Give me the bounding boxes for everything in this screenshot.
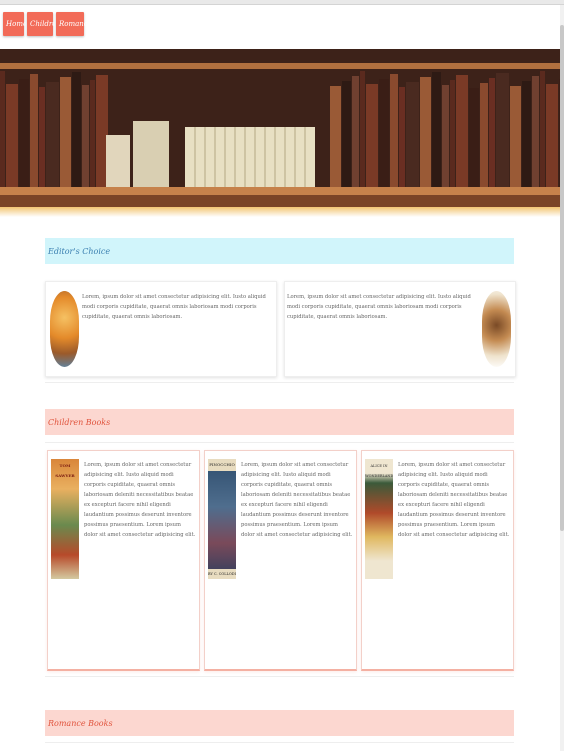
nav-home-link[interactable]: Home xyxy=(3,12,27,36)
book-spine xyxy=(469,88,479,187)
book-spine xyxy=(496,73,509,187)
children-books-header: Children Books xyxy=(45,409,514,435)
editors-card-1[interactable]: Lorem, ipsum dolor sit amet consectetur … xyxy=(45,281,277,377)
book-spine xyxy=(510,86,521,187)
book-spine xyxy=(420,77,431,187)
children-card-2[interactable]: PINOCCHIO BY C. COLLODI Lorem, ipsum dol… xyxy=(204,450,357,671)
children-card-1[interactable]: TOM SAWYER Lorem, ipsum dolor sit amet c… xyxy=(47,450,200,671)
hero-bottom-glow xyxy=(0,207,560,217)
book-cover-image: TOM SAWYER xyxy=(51,459,79,579)
section-divider xyxy=(45,742,514,743)
book-spine xyxy=(360,71,365,187)
book-spine xyxy=(522,81,531,187)
book-cover-image: PINOCCHIO BY C. COLLODI xyxy=(208,459,236,579)
book-spine xyxy=(19,79,29,187)
children-card-3[interactable]: ALICE IN WONDERLAND Lorem, ipsum dolor s… xyxy=(361,450,514,671)
editors-choice-title: Editor's Choice xyxy=(48,246,111,256)
book-spine xyxy=(6,84,18,187)
book-spine xyxy=(0,71,5,187)
book-spine xyxy=(406,82,419,187)
section-divider xyxy=(45,382,514,383)
editors-card-2[interactable]: Lorem, ipsum dolor sit amet consectetur … xyxy=(284,281,516,377)
book-spine xyxy=(399,87,405,187)
hero-bookshelf-image xyxy=(0,49,560,207)
book-spine xyxy=(60,77,71,187)
book-spine xyxy=(90,80,95,187)
book-cover-author: BY C. COLLODI xyxy=(208,569,236,579)
section-divider xyxy=(45,676,514,677)
book-spine xyxy=(366,84,378,187)
romance-books-title: Romance Books xyxy=(48,718,113,728)
children-card-1-text: Lorem, ipsum dolor sit amet consectetur … xyxy=(84,462,196,538)
browser-top-edge xyxy=(0,0,564,5)
book-spine xyxy=(379,79,389,187)
book-spine xyxy=(82,85,89,187)
book-spine xyxy=(450,80,455,187)
book-spine xyxy=(46,82,59,187)
book-spine xyxy=(30,74,38,187)
book-spine xyxy=(532,76,539,187)
book-spine xyxy=(546,84,558,187)
book-spine xyxy=(342,81,351,187)
book-spine xyxy=(540,71,545,187)
bookshelf-illustration xyxy=(0,49,560,207)
editors-choice-header: Editor's Choice xyxy=(45,238,514,264)
nav-romance-link[interactable]: Romance xyxy=(56,12,92,36)
children-books-title: Children Books xyxy=(48,417,111,427)
book-spine xyxy=(442,85,449,187)
book-cover-title: ALICE IN WONDERLAND xyxy=(365,464,393,478)
book-spine xyxy=(456,75,468,187)
children-card-2-text: Lorem, ipsum dolor sit amet consectetur … xyxy=(241,462,353,538)
scrollbar-thumb[interactable] xyxy=(560,25,564,531)
book-spine xyxy=(72,72,81,187)
page-scrollbar[interactable] xyxy=(560,5,564,751)
nav-children-link[interactable]: Children xyxy=(27,12,61,36)
top-nav: Home Children Romance xyxy=(3,12,92,36)
book-spine xyxy=(390,74,398,187)
book-portrait-image xyxy=(50,291,79,367)
book-cover-image: ALICE IN WONDERLAND xyxy=(365,459,393,579)
editors-card-1-text: Lorem, ipsum dolor sit amet consectetur … xyxy=(82,294,266,320)
book-spine xyxy=(480,83,488,187)
book-spine xyxy=(352,76,359,187)
romance-books-header: Romance Books xyxy=(45,710,514,736)
section-divider xyxy=(45,442,514,443)
book-spine xyxy=(39,87,45,187)
book-spine xyxy=(432,72,441,187)
book-portrait-image xyxy=(482,291,511,367)
children-card-3-text: Lorem, ipsum dolor sit amet consectetur … xyxy=(398,462,510,538)
book-spine xyxy=(330,86,341,187)
book-spine xyxy=(489,78,495,187)
book-cover-title: TOM SAWYER xyxy=(55,463,75,478)
book-cover-title: PINOCCHIO xyxy=(208,459,236,471)
editors-card-2-text: Lorem, ipsum dolor sit amet consectetur … xyxy=(287,294,471,320)
